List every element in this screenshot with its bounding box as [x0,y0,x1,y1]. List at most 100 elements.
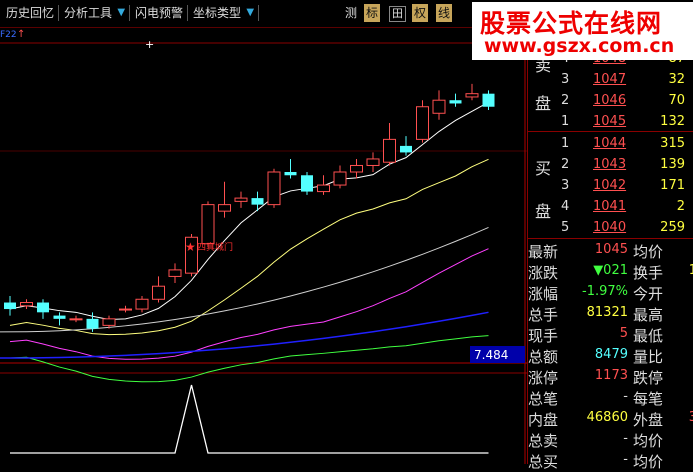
buy-order-row: 5 1040 259 [527,218,693,240]
stats-row: 现手 5 最低 [527,323,693,345]
order-level: 2 [561,157,570,172]
candle-body [135,298,149,310]
watermark-banner: 股票公式在线网 www.gszx.com.cn [472,2,693,60]
candle-body [119,308,132,311]
stats-row: 总笔 - 每笔 [527,386,693,408]
order-price: 1047 [593,72,627,87]
candle-down [53,312,66,326]
candle-body [69,318,83,321]
measure-button[interactable]: 测 [343,4,359,22]
order-level: 5 [561,220,570,235]
candle-up [383,123,396,166]
candle-body [4,302,16,310]
coordinate-type-menu[interactable]: 坐标类型 ▼ [191,4,255,22]
kline-chart[interactable]: F22 ↑ + ★ 四真城门 7.484 [0,28,527,464]
stat-label: 最低 [633,327,664,345]
coordinate-type-label: 坐标类型 [193,6,242,20]
ma20-line [9,248,489,360]
candle-up [135,296,149,313]
candle-up [218,181,231,218]
buy-order-row: 2 1043 139 [527,155,693,177]
stat-label: 最新 [528,243,559,261]
candle-body [366,158,380,166]
divider [187,5,188,21]
stat-value: 1173 [594,368,628,383]
buy-side-label-1: 买 [535,159,552,178]
candle-down [4,296,16,316]
stat-label: 涨跌 [528,264,559,282]
candle-body [53,315,66,319]
candle-body [317,184,330,193]
order-price: 1045 [593,114,627,129]
sell-order-row: 3 1047 32 [527,70,693,92]
candle-up [234,191,248,208]
candle-body [201,204,215,245]
stat-value: - [623,452,628,467]
candle-body [383,138,396,163]
candle-down [37,299,49,319]
stat-label: 量比 [633,348,664,366]
order-price: 1042 [593,178,627,193]
candle-down [449,93,462,107]
order-volume: 2 [676,199,685,214]
sell-order-row: 2 1046 70 [527,91,693,113]
stats-row: 涨幅 -1.97% 今开 [527,281,693,303]
stat-label: 内盘 [528,411,559,429]
analysis-tools-menu[interactable]: 分析工具 ▼ [62,4,126,22]
candle-up [119,305,132,313]
buy-side-label-2: 盘 [535,202,552,221]
candle-body [267,171,281,206]
order-price: 1044 [593,136,627,151]
candle-down [284,158,297,179]
candle-body [168,269,182,277]
order-volume: 132 [660,114,685,129]
history-review-button[interactable]: 历史回忆 [4,4,56,22]
dropdown-arrow-icon: ▼ [246,7,255,18]
flash-alert-button[interactable]: 闪电预警 [133,4,185,22]
candle-body [86,318,99,329]
order-level: 1 [561,136,570,151]
signal-label: 四真城门 [197,241,233,253]
candle-body [449,100,462,104]
stats-row: 涨跌 ▼021 换手 1 [527,260,693,282]
stat-label: 涨停 [528,369,559,387]
stat-value: 1 [688,263,693,278]
candle-body [400,145,412,153]
stat-value: 81321 [586,305,628,320]
candle-up [465,83,479,101]
ma60-line [0,227,489,333]
candle-down [482,90,495,110]
order-level: 2 [561,93,570,108]
order-volume: 315 [660,136,685,151]
candle-up [20,299,33,310]
candle-body [37,302,49,313]
candle-up [366,152,380,172]
grid-button[interactable]: 田 [389,6,406,22]
candle-body [218,204,231,212]
candle-up [201,201,215,248]
signal-marker: ★ 四真城门 [185,240,233,254]
label-button[interactable]: 标 [364,4,381,22]
order-volume: 259 [660,220,685,235]
candle-body [416,106,429,140]
moving-average-lines [0,101,489,383]
candle-body [102,318,116,326]
stat-label: 最高 [633,306,664,324]
stat-value: ▼021 [593,263,628,278]
line-button[interactable]: 线 [436,4,453,22]
candle-down [251,191,264,212]
order-volume: 139 [660,157,685,172]
stat-label: 现手 [528,327,559,345]
price-box-value: 7.484 [474,348,508,362]
stat-label: 换手 [633,264,664,282]
order-volume: 171 [660,178,685,193]
buy-order-row: 3 1042 171 [527,176,693,198]
divider [258,5,259,21]
divider [58,5,59,21]
dropdown-arrow-icon: ▼ [117,7,126,18]
rights-button[interactable]: 权 [412,4,429,22]
candle-body [350,164,363,173]
indicator-series [10,384,489,454]
stats-row: 总卖 - 均价 [527,428,693,450]
candle-body [284,172,297,176]
